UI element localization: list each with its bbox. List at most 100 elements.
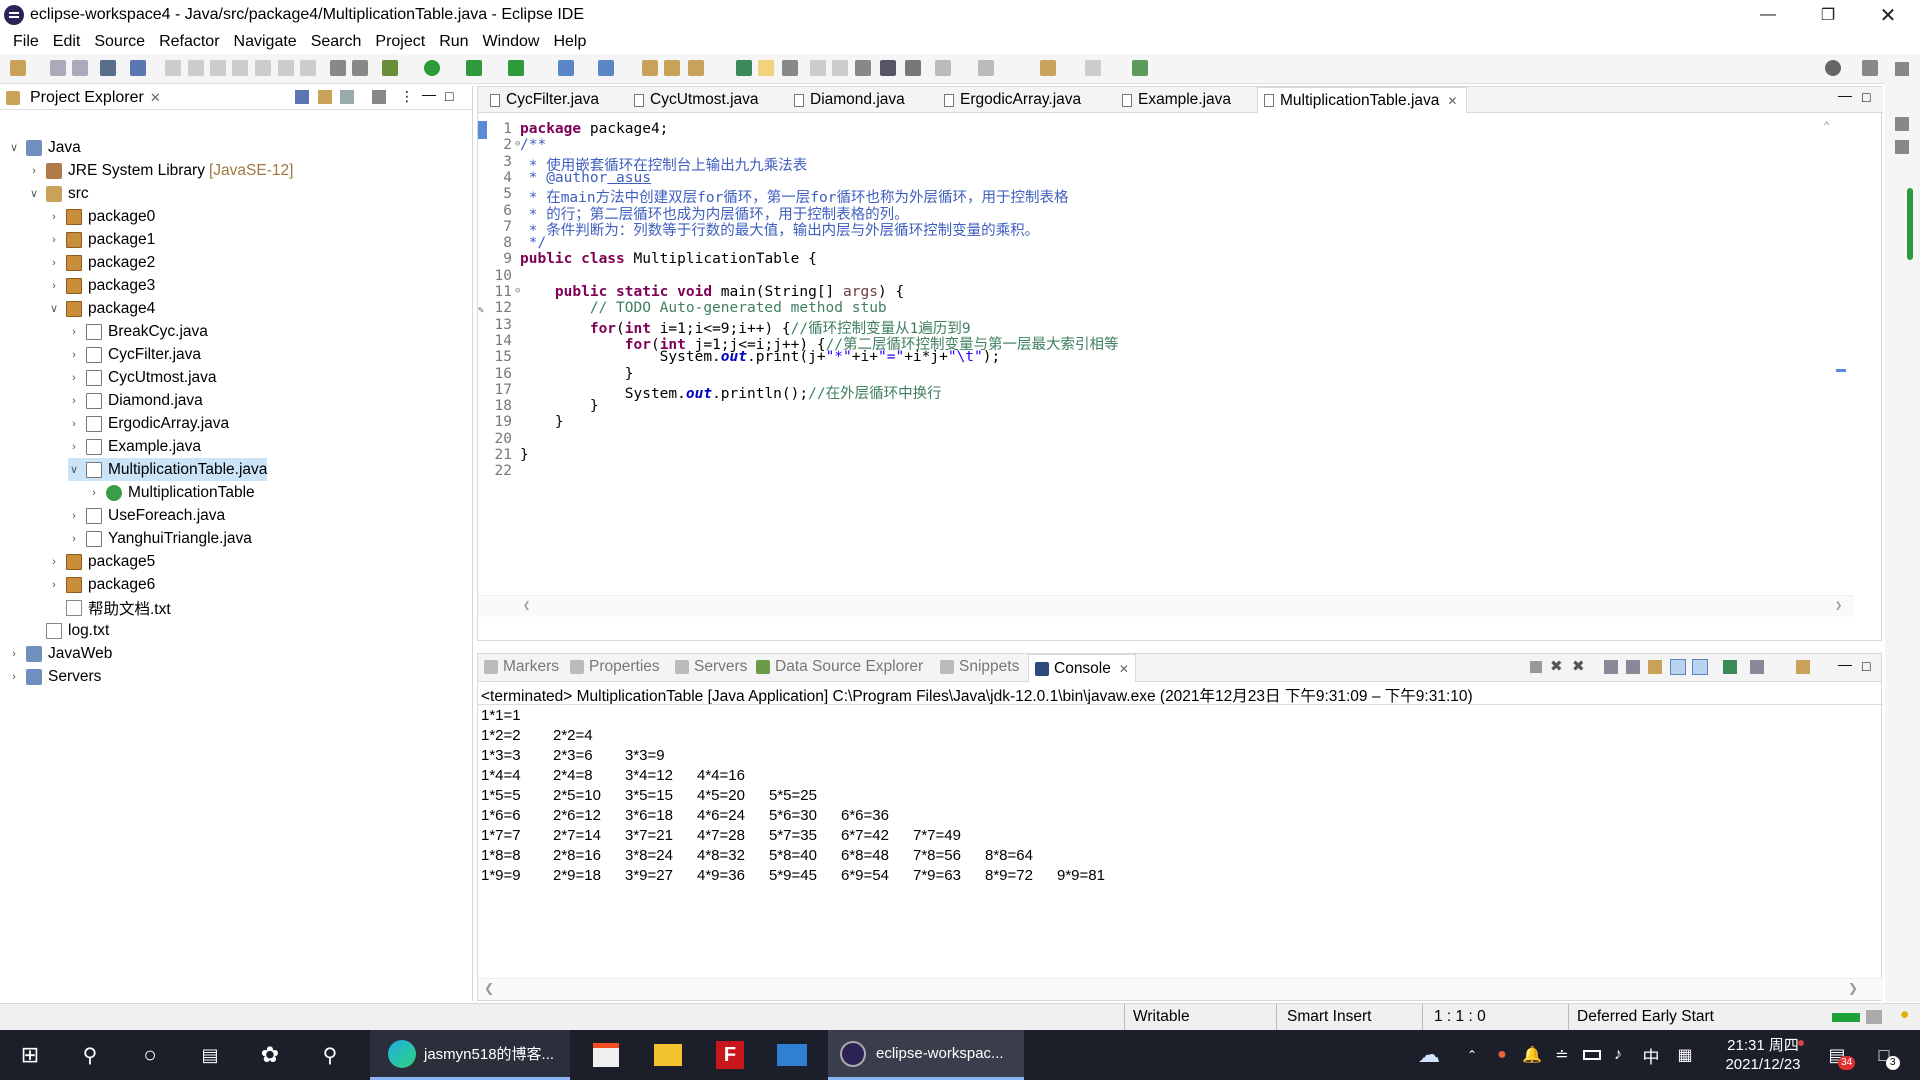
- menu-run[interactable]: Run: [432, 33, 475, 51]
- tree-item[interactable]: › package3: [48, 274, 155, 297]
- task-list-icon[interactable]: [1895, 117, 1909, 131]
- expand-arrow-icon[interactable]: ∨: [48, 302, 60, 315]
- microsoft-store-icon[interactable]: [576, 1030, 636, 1080]
- collapse-arrow-icon[interactable]: ›: [68, 372, 80, 384]
- external-tools-icon[interactable]: [508, 60, 524, 76]
- collapse-arrow-icon[interactable]: ›: [48, 556, 60, 568]
- battery-icon[interactable]: [1580, 1030, 1604, 1080]
- tree-item[interactable]: › package0: [48, 205, 155, 228]
- show-on-stdout-icon[interactable]: [1670, 659, 1686, 675]
- filezilla-icon[interactable]: F: [700, 1030, 760, 1080]
- minimize-editor-icon[interactable]: —: [1838, 87, 1852, 103]
- qq-icon[interactable]: ●: [1490, 1030, 1514, 1080]
- open-console-icon[interactable]: [1796, 660, 1810, 674]
- remove-all-launches-icon[interactable]: ✖: [1572, 657, 1585, 675]
- collapse-arrow-icon[interactable]: ›: [48, 234, 60, 246]
- collapse-arrow-icon[interactable]: ›: [68, 349, 80, 361]
- tree-item[interactable]: ∨ MultiplicationTable.java: [68, 458, 268, 481]
- maximize-editor-icon[interactable]: □: [1862, 89, 1870, 105]
- tree-item[interactable]: ∨ src: [28, 182, 89, 205]
- collapse-arrow-icon[interactable]: ›: [8, 648, 20, 660]
- show-hidden-icons[interactable]: ⌃: [1460, 1030, 1484, 1080]
- remove-launch-icon[interactable]: ✖: [1550, 657, 1563, 675]
- minimize-console-icon[interactable]: —: [1838, 656, 1852, 672]
- pin-console-icon[interactable]: [1723, 660, 1737, 674]
- step-over-icon[interactable]: [278, 60, 294, 76]
- tree-item[interactable]: log.txt: [28, 619, 109, 642]
- tab-diamond[interactable]: Diamond.java: [788, 87, 938, 113]
- tree-item[interactable]: › ErgodicArray.java: [68, 412, 229, 435]
- notification-bell-icon[interactable]: 🔔: [1520, 1030, 1544, 1080]
- windows-start-icon[interactable]: ⊞: [0, 1030, 60, 1080]
- tree-item[interactable]: › BreakCyc.java: [68, 320, 208, 343]
- scroll-lock-icon[interactable]: [1626, 660, 1640, 674]
- console-scroll-left-icon[interactable]: ❮: [484, 981, 494, 995]
- mail-icon[interactable]: [762, 1030, 822, 1080]
- tree-item[interactable]: › Diamond.java: [68, 389, 203, 412]
- notes-icon[interactable]: ▤: [1820, 1030, 1854, 1080]
- step-return-icon[interactable]: [300, 60, 316, 76]
- menu-edit[interactable]: Edit: [46, 33, 88, 51]
- action-center-icon[interactable]: □: [1864, 1030, 1904, 1080]
- tree-item[interactable]: › CycFilter.java: [68, 343, 201, 366]
- tree-item[interactable]: › MultiplicationTable: [88, 481, 255, 504]
- show-on-stderr-icon[interactable]: [1692, 659, 1708, 675]
- new-icon[interactable]: [10, 60, 26, 76]
- open-perspective-icon[interactable]: [1862, 60, 1878, 76]
- tip-icon[interactable]: ●: [1900, 1006, 1909, 1024]
- tree-item[interactable]: ∨ Java: [8, 136, 81, 159]
- link-editor-icon[interactable]: [318, 90, 332, 104]
- tab-cycfilter[interactable]: CycFilter.java: [484, 87, 624, 113]
- taskbar-eclipse-window[interactable]: eclipse-workspac...: [828, 1030, 1024, 1080]
- tree-item[interactable]: › JavaWeb: [8, 642, 112, 665]
- tab-data-source-explorer[interactable]: Data Source Explorer: [756, 658, 923, 676]
- tree-item[interactable]: › JRE System Library [JavaSE-12]: [28, 159, 293, 182]
- pin-icon[interactable]: [905, 60, 921, 76]
- terminate-console-icon[interactable]: [1530, 661, 1542, 673]
- collapse-arrow-icon[interactable]: ›: [8, 671, 20, 683]
- suspend-icon[interactable]: [188, 60, 204, 76]
- pinwheel-app-icon[interactable]: ✿: [240, 1030, 300, 1080]
- close-button[interactable]: ✕: [1860, 0, 1916, 30]
- skip-breakpoints-icon[interactable]: [130, 60, 146, 76]
- expand-arrow-icon[interactable]: ∨: [28, 187, 40, 200]
- tab-cycutmost[interactable]: CycUtmost.java: [628, 87, 788, 113]
- terminate-icon[interactable]: [210, 60, 226, 76]
- taskbar-clock[interactable]: 21:31 周四 2021/12/23: [1708, 1030, 1818, 1080]
- word-wrap-icon[interactable]: [1648, 660, 1662, 674]
- ime-language[interactable]: 中: [1636, 1030, 1666, 1080]
- view-menu-icon[interactable]: ⋮: [400, 88, 414, 105]
- collapse-arrow-icon[interactable]: ›: [68, 326, 80, 338]
- menu-help[interactable]: Help: [546, 33, 593, 51]
- open-type-icon[interactable]: [642, 60, 658, 76]
- menu-project[interactable]: Project: [368, 33, 432, 51]
- tree-item[interactable]: › CycUtmost.java: [68, 366, 217, 389]
- previous-edit-icon[interactable]: [978, 60, 994, 76]
- collapse-arrow-icon[interactable]: ›: [48, 211, 60, 223]
- tree-item[interactable]: › package6: [48, 573, 155, 596]
- task-view-icon[interactable]: ▤: [180, 1030, 240, 1080]
- tree-item[interactable]: › UseForeach.java: [68, 504, 225, 527]
- tab-example[interactable]: Example.java: [1116, 87, 1256, 113]
- tree-item[interactable]: › Servers: [8, 665, 101, 688]
- collapse-arrow-icon[interactable]: ›: [68, 533, 80, 545]
- scroll-right-icon[interactable]: ❯: [1835, 598, 1842, 612]
- console-horizontal-scrollbar[interactable]: ❮ ❯: [478, 978, 1883, 1000]
- menu-source[interactable]: Source: [87, 33, 152, 51]
- new-view-icon[interactable]: [1132, 60, 1148, 76]
- filter-icon[interactable]: [340, 90, 354, 104]
- file-explorer-icon[interactable]: [638, 1030, 698, 1080]
- terminal-icon[interactable]: [100, 60, 116, 76]
- tree-item[interactable]: ∨ package4: [48, 297, 155, 320]
- tree-item[interactable]: › package2: [48, 251, 155, 274]
- tab-snippets[interactable]: Snippets: [940, 658, 1019, 676]
- highlight-icon[interactable]: [758, 60, 774, 76]
- toggle-word-wrap-icon[interactable]: [330, 60, 346, 76]
- next-edit-icon[interactable]: [935, 60, 951, 76]
- menu-refactor[interactable]: Refactor: [152, 33, 226, 51]
- block-icon[interactable]: [832, 60, 848, 76]
- expand-arrow-icon[interactable]: ∨: [68, 463, 80, 476]
- globe-icon[interactable]: [880, 60, 896, 76]
- collapse-arrow-icon[interactable]: ›: [48, 280, 60, 292]
- collapse-arrow-icon[interactable]: ›: [68, 441, 80, 453]
